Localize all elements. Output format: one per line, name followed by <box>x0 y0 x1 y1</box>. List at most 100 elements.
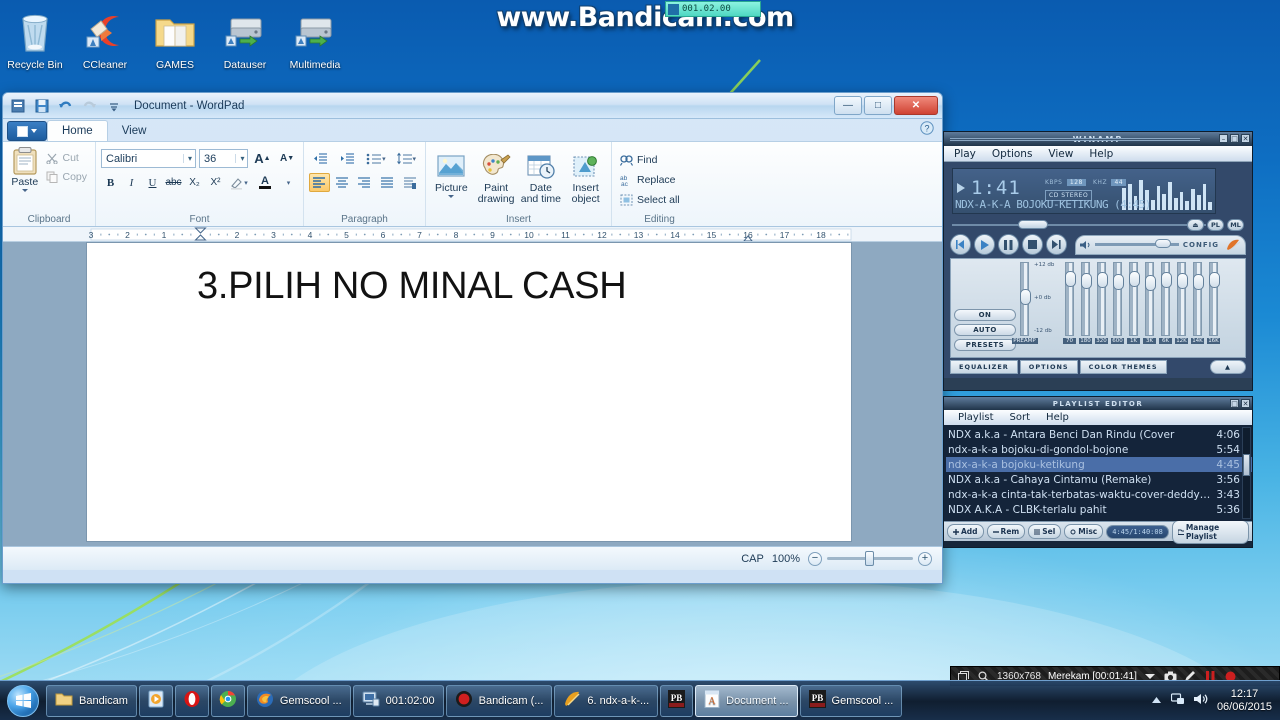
desktop-icon-multimedia[interactable]: Multimedia <box>280 4 350 71</box>
eject-button[interactable]: ⏏ <box>1187 219 1204 231</box>
menu-help[interactable]: Help <box>1046 412 1069 423</box>
eq-band-track[interactable] <box>1145 262 1156 336</box>
wordpad-app-button[interactable] <box>7 121 47 141</box>
playlist-track-list[interactable]: NDX a.k.a - Antara Benci Dan Rindu (Cove… <box>944 425 1252 521</box>
increase-indent-icon[interactable] <box>336 149 360 168</box>
pause-button[interactable] <box>998 234 1019 255</box>
eq-band-12K[interactable]: 12K <box>1175 262 1188 344</box>
paste-button[interactable]: Paste <box>8 145 41 192</box>
preamp-thumb[interactable] <box>1020 289 1031 305</box>
app-menu-icon[interactable] <box>9 97 26 114</box>
winamp-titlebar[interactable]: WINAMP – □ ✕ <box>944 132 1252 146</box>
customize-icon[interactable] <box>105 97 122 114</box>
redo-icon[interactable] <box>81 97 98 114</box>
seek-bar[interactable]: ⏏ PL ML <box>952 219 1244 231</box>
zoom-out-button[interactable]: − <box>808 551 822 566</box>
select-all-button[interactable]: Select all <box>617 192 702 208</box>
config-label[interactable]: CONFIG <box>1183 241 1219 249</box>
eq-band-track[interactable] <box>1193 262 1204 336</box>
desktop-icon-recycle-bin[interactable]: Recycle Bin <box>0 4 70 71</box>
playlist-row[interactable]: ndx-a-k-a cinta-tak-terbatas-waktu-cover… <box>946 487 1252 502</box>
eq-band-track[interactable] <box>1113 262 1124 336</box>
playlist-row[interactable]: ndx-a-k-a bojoku-di-gondol-bojone 5:54 <box>946 442 1252 457</box>
tab-equalizer[interactable]: EQUALIZER <box>950 360 1018 374</box>
cut-button[interactable]: Cut <box>43 150 90 166</box>
tab-options[interactable]: OPTIONS <box>1019 360 1078 374</box>
menu-sort[interactable]: Sort <box>1010 412 1031 423</box>
wordpad-titlebar[interactable]: Document - WordPad — □ ✕ <box>3 93 942 119</box>
justify-icon[interactable] <box>377 173 398 192</box>
playlist-add-button[interactable]: Add <box>947 524 984 539</box>
eq-preamp-slider[interactable]: PREAMP <box>1011 262 1038 344</box>
taskbar-clock[interactable]: 12:17 06/06/2015 <box>1217 688 1272 714</box>
menu-play[interactable]: Play <box>954 148 976 160</box>
taskbar-item[interactable] <box>174 684 209 717</box>
eq-band-track[interactable] <box>1129 262 1140 336</box>
eq-band-thumb[interactable] <box>1145 275 1156 291</box>
bold-button[interactable]: B <box>101 173 120 192</box>
insert-date-time-button[interactable]: Date and time <box>521 151 562 205</box>
grow-font-button[interactable]: A ▲ <box>251 149 273 168</box>
play-button[interactable] <box>974 234 995 255</box>
eq-band-track[interactable] <box>1209 262 1220 336</box>
eq-band-track[interactable] <box>1097 262 1108 336</box>
taskbar-item[interactable]: A Document ... <box>695 684 798 717</box>
italic-button[interactable]: I <box>122 173 141 192</box>
subscript-button[interactable]: X₂ <box>185 173 204 192</box>
desktop-icon-datauser[interactable]: Datauser <box>210 4 280 71</box>
undo-icon[interactable] <box>57 97 74 114</box>
start-button[interactable] <box>0 682 46 720</box>
eq-on-button[interactable]: ON <box>954 309 1016 321</box>
eq-band-track[interactable] <box>1161 262 1172 336</box>
underline-button[interactable]: U <box>143 173 162 192</box>
taskbar-item[interactable]: Gemscool ... <box>246 684 351 717</box>
maximize-button[interactable]: □ <box>1230 134 1239 143</box>
eq-band-thumb[interactable] <box>1193 274 1204 290</box>
menu-view[interactable]: View <box>1048 148 1073 160</box>
network-icon[interactable] <box>1170 692 1185 710</box>
eq-band-600[interactable]: 600 <box>1111 262 1124 344</box>
show-hidden-icons-button[interactable] <box>1151 692 1162 710</box>
maximize-button[interactable]: □ <box>864 96 892 115</box>
playlist-scrollbar[interactable] <box>1242 427 1251 519</box>
zoom-in-button[interactable]: + <box>918 551 932 566</box>
playlist-row[interactable]: NDX a.k.a - Cahaya Cintamu (Remake) 3:56 <box>946 472 1252 487</box>
playlist-row[interactable]: NDX A.K.A - CLBK-terlalu pahit 5:36 <box>946 502 1252 517</box>
eq-band-thumb[interactable] <box>1209 272 1220 288</box>
tab-color-themes[interactable]: COLOR THEMES <box>1079 360 1167 374</box>
volume-control[interactable]: CONFIG <box>1075 234 1246 255</box>
desktop-icon-games[interactable]: GAMES <box>140 4 210 71</box>
eq-band-track[interactable] <box>1177 262 1188 336</box>
close-button[interactable]: ✕ <box>1241 134 1250 143</box>
eq-band-16K[interactable]: 16K <box>1207 262 1220 344</box>
media-library-button[interactable]: ML <box>1227 219 1244 231</box>
eq-band-3K[interactable]: 3K <box>1143 262 1156 344</box>
eq-band-thumb[interactable] <box>1065 271 1076 287</box>
taskbar-item[interactable] <box>138 684 173 717</box>
tab-view[interactable]: View <box>108 120 161 141</box>
menu-options[interactable]: Options <box>992 148 1033 160</box>
eq-auto-button[interactable]: AUTO <box>954 324 1016 336</box>
menu-playlist[interactable]: Playlist <box>958 412 994 423</box>
eq-collapse-button[interactable]: ▲ <box>1210 360 1246 374</box>
eq-band-14K[interactable]: 14K <box>1191 262 1204 344</box>
volume-icon[interactable] <box>1193 692 1208 710</box>
zoom-thumb[interactable] <box>865 551 874 566</box>
playlist-titlebar[interactable]: PLAYLIST EDITOR □ ✕ <box>944 397 1252 410</box>
align-right-icon[interactable] <box>354 173 375 192</box>
eq-band-thumb[interactable] <box>1097 272 1108 288</box>
maximize-button[interactable]: □ <box>1230 399 1239 408</box>
manage-playlist-button[interactable]: Manage Playlist <box>1171 519 1249 544</box>
taskbar-item[interactable]: PB Gemscool ... <box>799 684 903 717</box>
volume-track[interactable] <box>1095 239 1179 248</box>
playlist-toggle-button[interactable]: PL <box>1207 219 1224 231</box>
zoom-track[interactable] <box>827 551 913 566</box>
copy-button[interactable]: Copy <box>43 169 90 185</box>
document-page[interactable]: 3.PILIH NO MINAL CASH <box>86 242 852 542</box>
eq-band-track[interactable] <box>1065 262 1076 336</box>
font-family-select[interactable]: Calibri ▾ <box>101 149 196 168</box>
help-icon[interactable]: ? <box>920 120 934 140</box>
menu-help[interactable]: Help <box>1089 148 1113 160</box>
volume-thumb[interactable] <box>1155 239 1172 248</box>
next-button[interactable] <box>1046 234 1067 255</box>
